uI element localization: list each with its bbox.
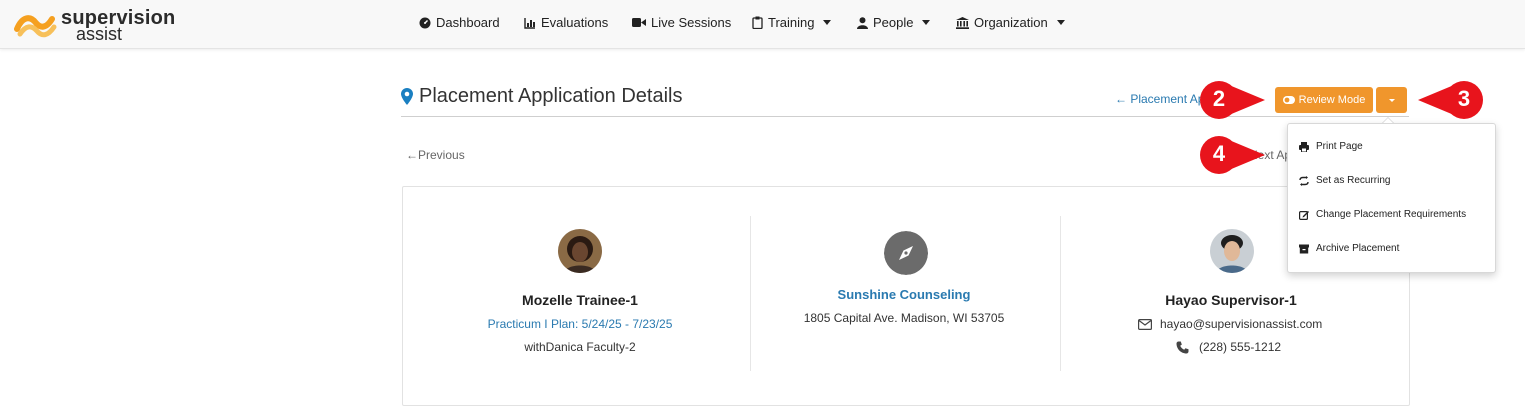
dropdown-pointer-inner <box>1383 118 1393 123</box>
trainee-plan-link[interactable]: Practicum I Plan: 5/24/25 - 7/23/25 <box>488 317 673 331</box>
institution-icon <box>956 16 969 29</box>
site-name-link[interactable]: Sunshine Counseling <box>838 287 971 302</box>
toggle-icon <box>1282 96 1295 104</box>
review-mode-button[interactable]: Review Mode <box>1275 87 1373 113</box>
tachometer-icon <box>419 17 431 28</box>
chevron-down-icon <box>922 20 931 25</box>
video-camera-icon <box>632 18 646 27</box>
supervisor-name: Hayao Supervisor-1 <box>1165 292 1297 308</box>
nav-training[interactable]: Training <box>752 15 832 30</box>
callout-4-number: 4 <box>1212 141 1226 166</box>
nav-dashboard-label: Dashboard <box>436 15 500 30</box>
menu-item-set-recurring[interactable]: Set as Recurring <box>1299 175 1390 186</box>
nav-dashboard[interactable]: Dashboard <box>419 15 500 30</box>
nav-people[interactable]: People <box>857 15 931 30</box>
repeat-icon <box>1299 175 1309 186</box>
trainee-avatar <box>558 229 602 273</box>
phone-icon <box>1176 341 1189 353</box>
site-avatar <box>884 231 928 275</box>
nav-people-label: People <box>873 15 914 30</box>
menu-item-label: Set as Recurring <box>1316 175 1391 186</box>
review-mode-label: Review Mode <box>1298 94 1366 106</box>
callout-3-number: 3 <box>1457 86 1471 111</box>
trainee-faculty: withDanica Faculty-2 <box>524 340 636 354</box>
nav-live-sessions[interactable]: Live Sessions <box>632 15 731 30</box>
archive-icon <box>1299 244 1309 253</box>
actions-dropdown-button[interactable] <box>1376 87 1407 113</box>
envelope-icon <box>1138 318 1152 330</box>
nav-organization[interactable]: Organization <box>956 15 1065 30</box>
logo-mark-icon <box>14 15 57 38</box>
print-icon <box>1299 141 1309 152</box>
nav-organization-label: Organization <box>974 15 1048 30</box>
nav-evaluations-label: Evaluations <box>541 15 609 30</box>
chevron-down-icon <box>823 20 832 25</box>
menu-item-change-requirements[interactable]: Change Placement Requirements <box>1299 209 1466 220</box>
previous-link[interactable]: ←Previous <box>406 148 465 162</box>
bar-chart-icon <box>524 17 535 29</box>
supervisor-phone-row: (228) 555-1212 <box>1176 340 1281 354</box>
column-divider <box>750 216 751 371</box>
menu-item-print-page[interactable]: Print Page <box>1299 141 1363 152</box>
menu-item-archive-placement[interactable]: Archive Placement <box>1299 243 1399 254</box>
user-icon <box>857 16 868 29</box>
nav-evaluations[interactable]: Evaluations <box>524 15 608 30</box>
callout-2-number: 2 <box>1212 86 1226 111</box>
page-title: Placement Application Details <box>419 85 683 107</box>
actions-dropdown-menu: Print Page Set as Recurring Change Place… <box>1287 123 1496 273</box>
nav-live-sessions-label: Live Sessions <box>651 15 732 30</box>
brand-logo[interactable]: supervision assist <box>14 6 175 44</box>
menu-item-label: Print Page <box>1316 141 1363 152</box>
trainee-name: Mozelle Trainee-1 <box>522 292 638 308</box>
nav-training-label: Training <box>768 15 815 30</box>
edit-icon <box>1299 210 1309 220</box>
compass-icon <box>884 231 928 275</box>
supervisor-email-row: hayao@supervisionassist.com <box>1138 317 1322 331</box>
clipboard-icon <box>752 16 763 29</box>
map-marker-icon <box>401 88 413 105</box>
menu-item-label: Archive Placement <box>1316 243 1400 254</box>
supervisor-phone[interactable]: (228) 555-1212 <box>1199 340 1281 354</box>
site-address: 1805 Capital Ave. Madison, WI 53705 <box>803 311 1005 325</box>
column-divider <box>1060 216 1061 371</box>
menu-item-label: Change Placement Requirements <box>1316 209 1467 220</box>
caret-down-icon <box>1388 98 1395 102</box>
logo-text-line2: assist <box>76 24 123 44</box>
top-navbar: supervision assist Dashboard Evaluations… <box>0 0 1525 49</box>
supervisor-avatar <box>1210 229 1254 273</box>
chevron-down-icon <box>1056 20 1065 25</box>
supervisor-email[interactable]: hayao@supervisionassist.com <box>1160 317 1322 331</box>
